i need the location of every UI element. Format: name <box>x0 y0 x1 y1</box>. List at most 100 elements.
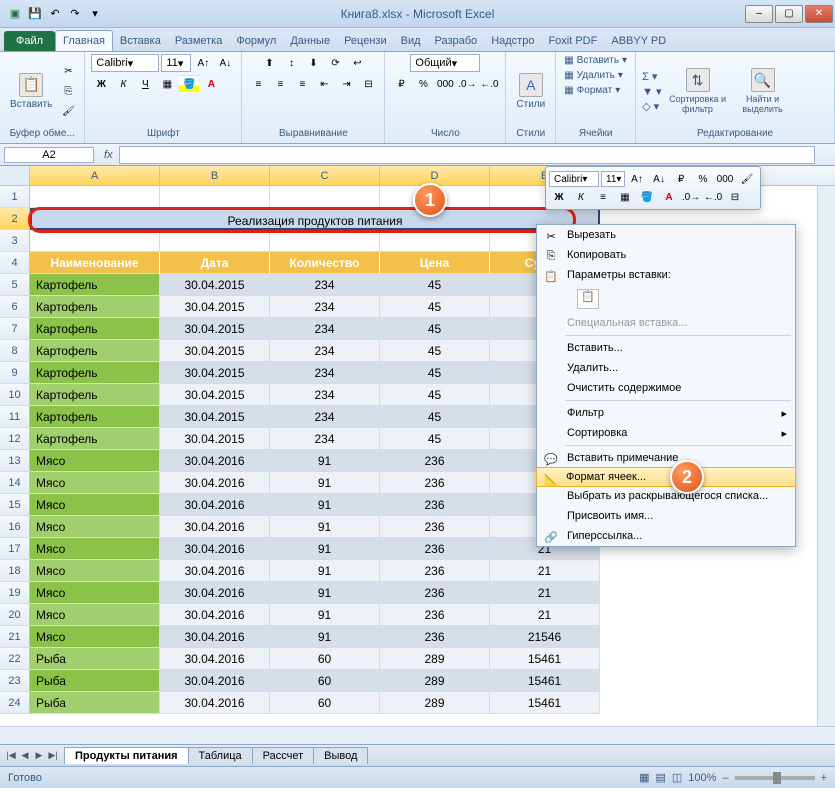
cell[interactable]: 30.04.2016 <box>160 538 270 560</box>
row-header[interactable]: 16 <box>0 516 30 538</box>
row-header[interactable]: 2 <box>0 208 30 230</box>
row-header[interactable]: 4 <box>0 252 30 274</box>
mini-format-painter-icon[interactable]: 🖌 <box>737 170 757 188</box>
mini-dec-decimal-icon[interactable]: ←.0 <box>703 188 723 206</box>
cell[interactable]: 234 <box>270 340 380 362</box>
excel-icon[interactable]: ▣ <box>6 5 24 23</box>
cell[interactable]: 45 <box>380 318 490 340</box>
cell[interactable]: 21 <box>490 582 600 604</box>
cell[interactable] <box>160 186 270 208</box>
indent-inc-icon[interactable]: ⇥ <box>336 75 356 93</box>
zoom-level[interactable]: 100% <box>688 772 716 784</box>
cell[interactable] <box>270 230 380 252</box>
wrap-text-icon[interactable]: ↩ <box>347 54 367 72</box>
mini-fill-color-icon[interactable]: 🪣 <box>637 188 657 206</box>
cell[interactable]: 234 <box>270 406 380 428</box>
tab-developer[interactable]: Разрабо <box>428 31 485 51</box>
cell[interactable]: 21546 <box>490 626 600 648</box>
mini-align-icon[interactable]: ≡ <box>593 188 613 206</box>
cell[interactable]: 30.04.2016 <box>160 648 270 670</box>
cell[interactable]: Дата <box>160 252 270 274</box>
cell[interactable]: Картофель <box>30 318 160 340</box>
cell[interactable]: 289 <box>380 670 490 692</box>
cell[interactable]: 45 <box>380 384 490 406</box>
cell[interactable]: Цена <box>380 252 490 274</box>
row-header[interactable]: 6 <box>0 296 30 318</box>
zoom-slider[interactable] <box>735 776 815 780</box>
cell[interactable]: Мясо <box>30 472 160 494</box>
qat-dropdown-icon[interactable]: ▾ <box>86 5 104 23</box>
cell[interactable]: 30.04.2015 <box>160 406 270 428</box>
cells-area[interactable]: Реализация продуктов питанияНаименование… <box>30 186 600 714</box>
cell[interactable]: Мясо <box>30 516 160 538</box>
grow-font-icon[interactable]: A↑ <box>193 54 213 72</box>
styles-button[interactable]: A Стили <box>512 71 549 112</box>
cell[interactable]: Мясо <box>30 626 160 648</box>
cell[interactable]: Картофель <box>30 274 160 296</box>
comma-icon[interactable]: 000 <box>435 75 455 93</box>
cut-icon[interactable]: ✂ <box>58 62 78 80</box>
cell[interactable]: Мясо <box>30 560 160 582</box>
cell[interactable]: 234 <box>270 428 380 450</box>
paste-button[interactable]: 📋 Вставить <box>6 71 56 112</box>
cell[interactable]: Картофель <box>30 406 160 428</box>
cell[interactable]: 289 <box>380 692 490 714</box>
cell[interactable]: 30.04.2015 <box>160 428 270 450</box>
row-header[interactable]: 14 <box>0 472 30 494</box>
ctx-dropdown-list[interactable]: Выбрать из раскрывающегося списка... <box>537 486 795 506</box>
ctx-cut[interactable]: ✂Вырезать <box>537 225 795 245</box>
row-header[interactable]: 19 <box>0 582 30 604</box>
cell[interactable]: 45 <box>380 362 490 384</box>
italic-button[interactable]: К <box>113 75 133 93</box>
tab-home[interactable]: Главная <box>55 30 113 51</box>
sheet-tab-active[interactable]: Продукты питания <box>64 747 189 764</box>
tab-foxit[interactable]: Foxit PDF <box>541 31 604 51</box>
font-size-select[interactable]: 11 ▾ <box>161 54 191 72</box>
cell[interactable]: 236 <box>380 604 490 626</box>
col-header[interactable]: C <box>270 166 380 185</box>
cell[interactable]: 236 <box>380 560 490 582</box>
cell[interactable] <box>380 230 490 252</box>
row-header[interactable]: 9 <box>0 362 30 384</box>
cell[interactable]: Мясо <box>30 494 160 516</box>
tab-review[interactable]: Рецензи <box>337 31 394 51</box>
autosum-icon[interactable]: Σ ▾ <box>642 70 661 83</box>
row-header[interactable]: 23 <box>0 670 30 692</box>
cell[interactable]: 30.04.2016 <box>160 692 270 714</box>
vertical-scrollbar[interactable] <box>817 186 835 726</box>
tab-addins[interactable]: Надстро <box>484 31 541 51</box>
cell[interactable]: 234 <box>270 362 380 384</box>
row-header[interactable]: 21 <box>0 626 30 648</box>
cell[interactable]: 236 <box>380 494 490 516</box>
cell[interactable]: 21 <box>490 560 600 582</box>
cell[interactable]: 289 <box>380 648 490 670</box>
cell[interactable]: Картофель <box>30 362 160 384</box>
currency-icon[interactable]: ₽ <box>391 75 411 93</box>
row-header[interactable]: 1 <box>0 186 30 208</box>
ctx-sort[interactable]: Сортировка▸ <box>537 423 795 443</box>
cell[interactable]: 234 <box>270 274 380 296</box>
cell[interactable]: Картофель <box>30 384 160 406</box>
cell[interactable]: 15461 <box>490 692 600 714</box>
zoom-in-icon[interactable]: + <box>821 772 827 784</box>
row-header[interactable]: 12 <box>0 428 30 450</box>
font-color-button[interactable]: A <box>201 75 221 93</box>
cell[interactable]: 60 <box>270 648 380 670</box>
cell[interactable]: 60 <box>270 692 380 714</box>
cell[interactable]: 91 <box>270 626 380 648</box>
ctx-filter[interactable]: Фильтр▸ <box>537 403 795 423</box>
cell[interactable]: 236 <box>380 538 490 560</box>
row-header[interactable]: 7 <box>0 318 30 340</box>
underline-button[interactable]: Ч <box>135 75 155 93</box>
cell[interactable]: 21 <box>490 604 600 626</box>
cell[interactable]: 30.04.2016 <box>160 516 270 538</box>
cell[interactable]: Мясо <box>30 450 160 472</box>
align-left-icon[interactable]: ≡ <box>248 75 268 93</box>
tab-data[interactable]: Данные <box>283 31 337 51</box>
cell[interactable]: 30.04.2015 <box>160 318 270 340</box>
cell[interactable]: 91 <box>270 450 380 472</box>
sheet-nav-last-icon[interactable]: ▶| <box>46 750 60 761</box>
cell[interactable]: 30.04.2015 <box>160 340 270 362</box>
sheet-nav-next-icon[interactable]: ▶ <box>32 750 46 761</box>
copy-icon[interactable]: ⎘ <box>58 82 78 100</box>
